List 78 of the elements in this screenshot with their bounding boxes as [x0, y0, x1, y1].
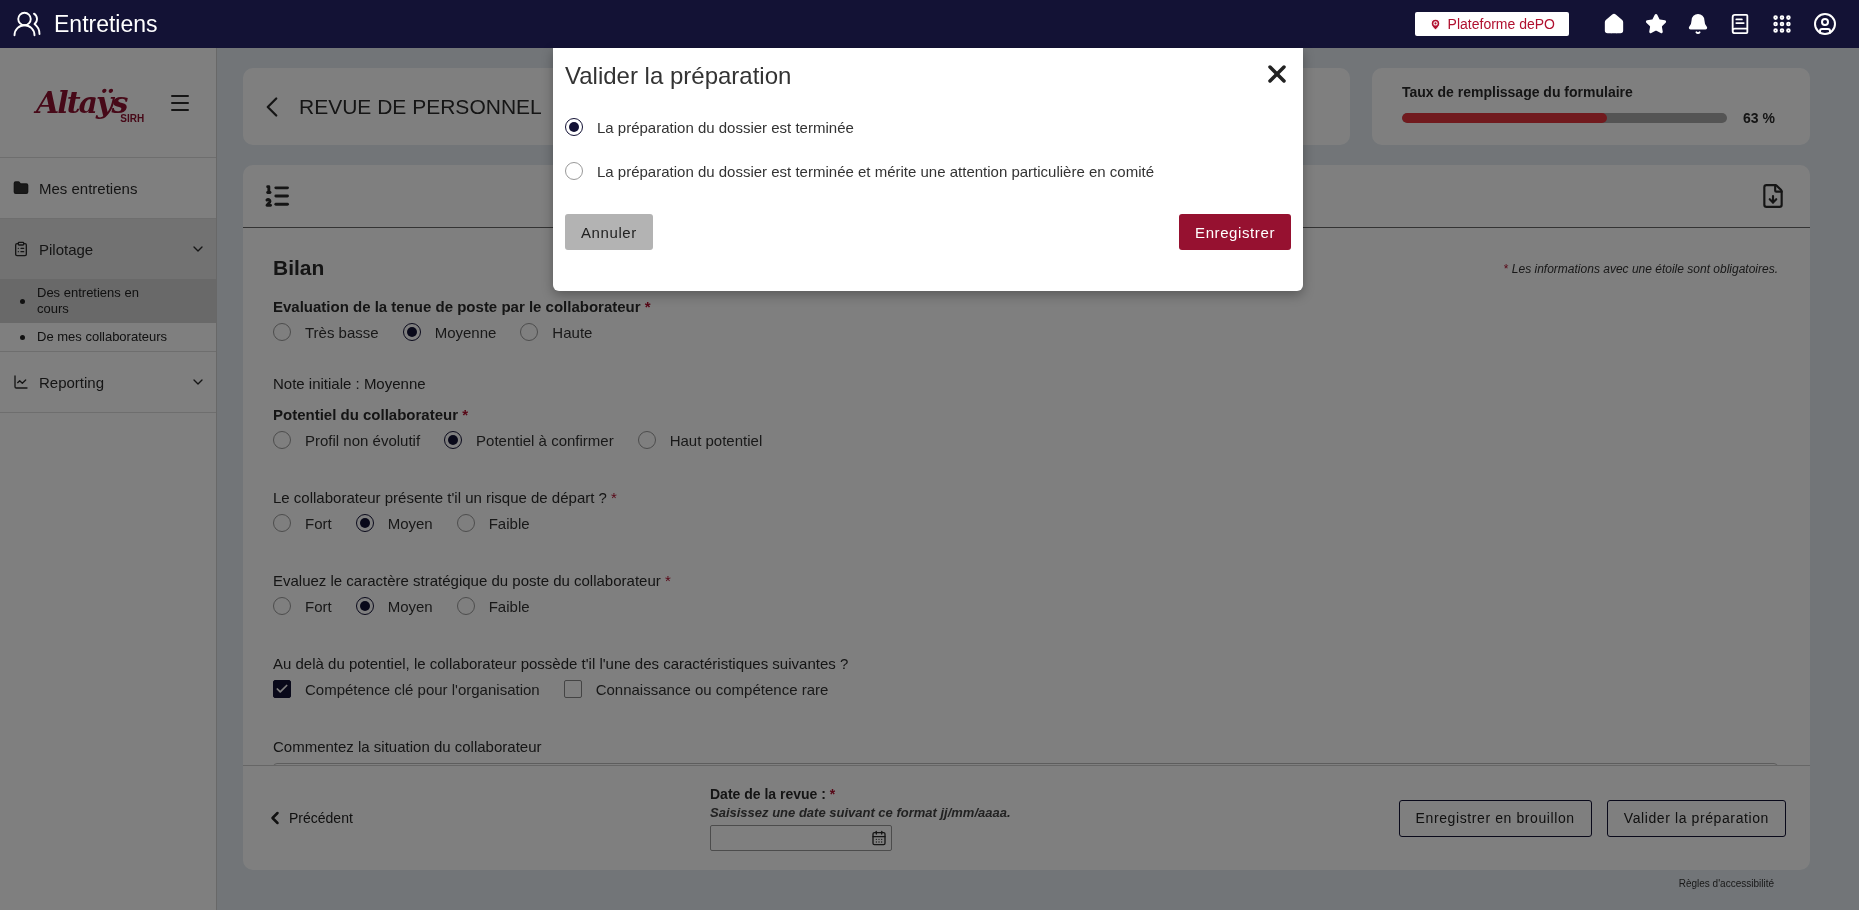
user-icon[interactable]	[1813, 12, 1837, 36]
save-button[interactable]: Enregistrer	[1179, 214, 1291, 250]
folder-icon	[13, 180, 29, 196]
numbered-list-icon[interactable]	[263, 182, 291, 210]
apps-grid-icon[interactable]	[1771, 13, 1793, 35]
sidebar-subitem[interactable]: De mes collaborateurs	[0, 323, 216, 351]
radio-option[interactable]: Haute	[520, 323, 593, 341]
question-label: Evaluez le caractère stratégique du poste du collaborateur *	[273, 572, 672, 589]
sidebar-item[interactable]: Mes entretiens	[39, 179, 206, 197]
star-icon[interactable]	[1645, 13, 1667, 35]
app-title: Entretiens	[54, 10, 158, 38]
sidebar-item[interactable]: Reporting	[39, 373, 180, 391]
cancel-button[interactable]: Annuler	[565, 214, 653, 250]
required-legend: * Les informations avec une étoile sont obligatoires.	[1503, 262, 1778, 276]
date-field[interactable]	[710, 824, 892, 851]
radio-option[interactable]: Moyenne	[402, 323, 497, 341]
question-label: Evaluation de la tenue de poste par le collaborateur *	[273, 298, 652, 315]
file-download-icon[interactable]	[1760, 183, 1786, 209]
radio-option[interactable]: Fort	[273, 514, 332, 532]
radio-option[interactable]: Potentiel à confirmer	[444, 431, 614, 449]
sidebar-item[interactable]: Pilotage	[39, 240, 180, 258]
platform-button[interactable]: Plateforme dePO	[1414, 12, 1569, 36]
date-label: Date de la revue : *	[710, 785, 837, 802]
question-label: Commentez la situation du collaborateur	[273, 738, 543, 755]
home-icon[interactable]	[1603, 13, 1625, 35]
checkbox-option[interactable]: Compétence clé pour l'organisation	[273, 680, 540, 698]
radio-option[interactable]: Profil non évolutif	[273, 431, 421, 449]
radio-option[interactable]: Moyen	[355, 514, 433, 532]
checkbox-option[interactable]: Connaissance ou compétence rare	[563, 680, 829, 698]
radio-button[interactable]	[456, 597, 475, 615]
progress-label: Taux de remplissage du formulaire	[1402, 84, 1634, 100]
radio-option[interactable]: Fort	[273, 597, 332, 615]
radio-button[interactable]	[444, 431, 463, 449]
bullet-icon	[20, 298, 25, 304]
radio-button[interactable]	[273, 323, 291, 341]
radio-option[interactable]: Moyen	[355, 597, 433, 615]
section-title: Bilan	[273, 256, 325, 280]
radio-button[interactable]	[273, 431, 291, 449]
page-title: REVUE DE PERSONNEL	[299, 94, 542, 119]
footer-button[interactable]: Enregistrer en brouillon	[1398, 799, 1592, 837]
calendar-icon[interactable]	[871, 829, 887, 846]
radio-option[interactable]: La préparation du dossier est terminée	[565, 118, 1291, 136]
radio-button[interactable]	[565, 118, 583, 136]
bullet-icon	[20, 334, 25, 340]
radio-option[interactable]: Haut potentiel	[637, 431, 763, 449]
sidebar-subitem[interactable]: Des entretiens en cours	[0, 279, 216, 323]
question-label: Potentiel du collaborateur *	[273, 406, 470, 423]
book-icon[interactable]	[1729, 13, 1751, 35]
check-icon	[275, 682, 289, 696]
radio-button[interactable]	[456, 514, 475, 532]
question-label: Le collaborateur présente t'il un risque de départ ? *	[273, 489, 618, 506]
progress-value: 63 %	[1743, 110, 1775, 126]
accessibility-link[interactable]: Règles d'accessibilité	[1678, 878, 1774, 890]
bell-icon[interactable]	[1687, 13, 1709, 35]
radio-button[interactable]	[637, 431, 656, 449]
footer-button[interactable]: Valider la préparation	[1606, 799, 1786, 837]
chart-icon	[13, 374, 29, 390]
radio-button[interactable]	[355, 514, 374, 532]
radio-option[interactable]: Faible	[456, 597, 530, 615]
radio-button[interactable]	[355, 597, 374, 615]
initial-note: Note initiale : Moyenne	[273, 375, 427, 392]
radio-button[interactable]	[273, 514, 291, 532]
checkbox[interactable]	[563, 680, 582, 698]
radio-button[interactable]	[402, 323, 421, 341]
previous-link[interactable]: Précédent	[265, 808, 710, 828]
clipboard-icon	[13, 241, 29, 257]
date-hint: Saisissez une date suivant ce format jj/mm/aaaa.	[710, 804, 1012, 820]
radio-button[interactable]	[273, 597, 291, 615]
radio-option[interactable]: La préparation du dossier est terminée et mérite une attention particulière en comité	[565, 162, 1291, 180]
radio-option[interactable]: Très basse	[273, 323, 379, 341]
interviews-icon	[12, 9, 42, 39]
checkbox[interactable]	[273, 680, 291, 698]
radio-button[interactable]	[565, 162, 583, 180]
question-label: Au delà du potentiel, le collaborateur possède t'il l'une des caractéristiques suivantes ?	[273, 655, 850, 672]
pin-icon	[1428, 17, 1442, 31]
radio-option[interactable]: Faible	[456, 514, 530, 532]
radio-button[interactable]	[520, 323, 539, 341]
modal-title: Valider la préparation	[565, 61, 792, 90]
